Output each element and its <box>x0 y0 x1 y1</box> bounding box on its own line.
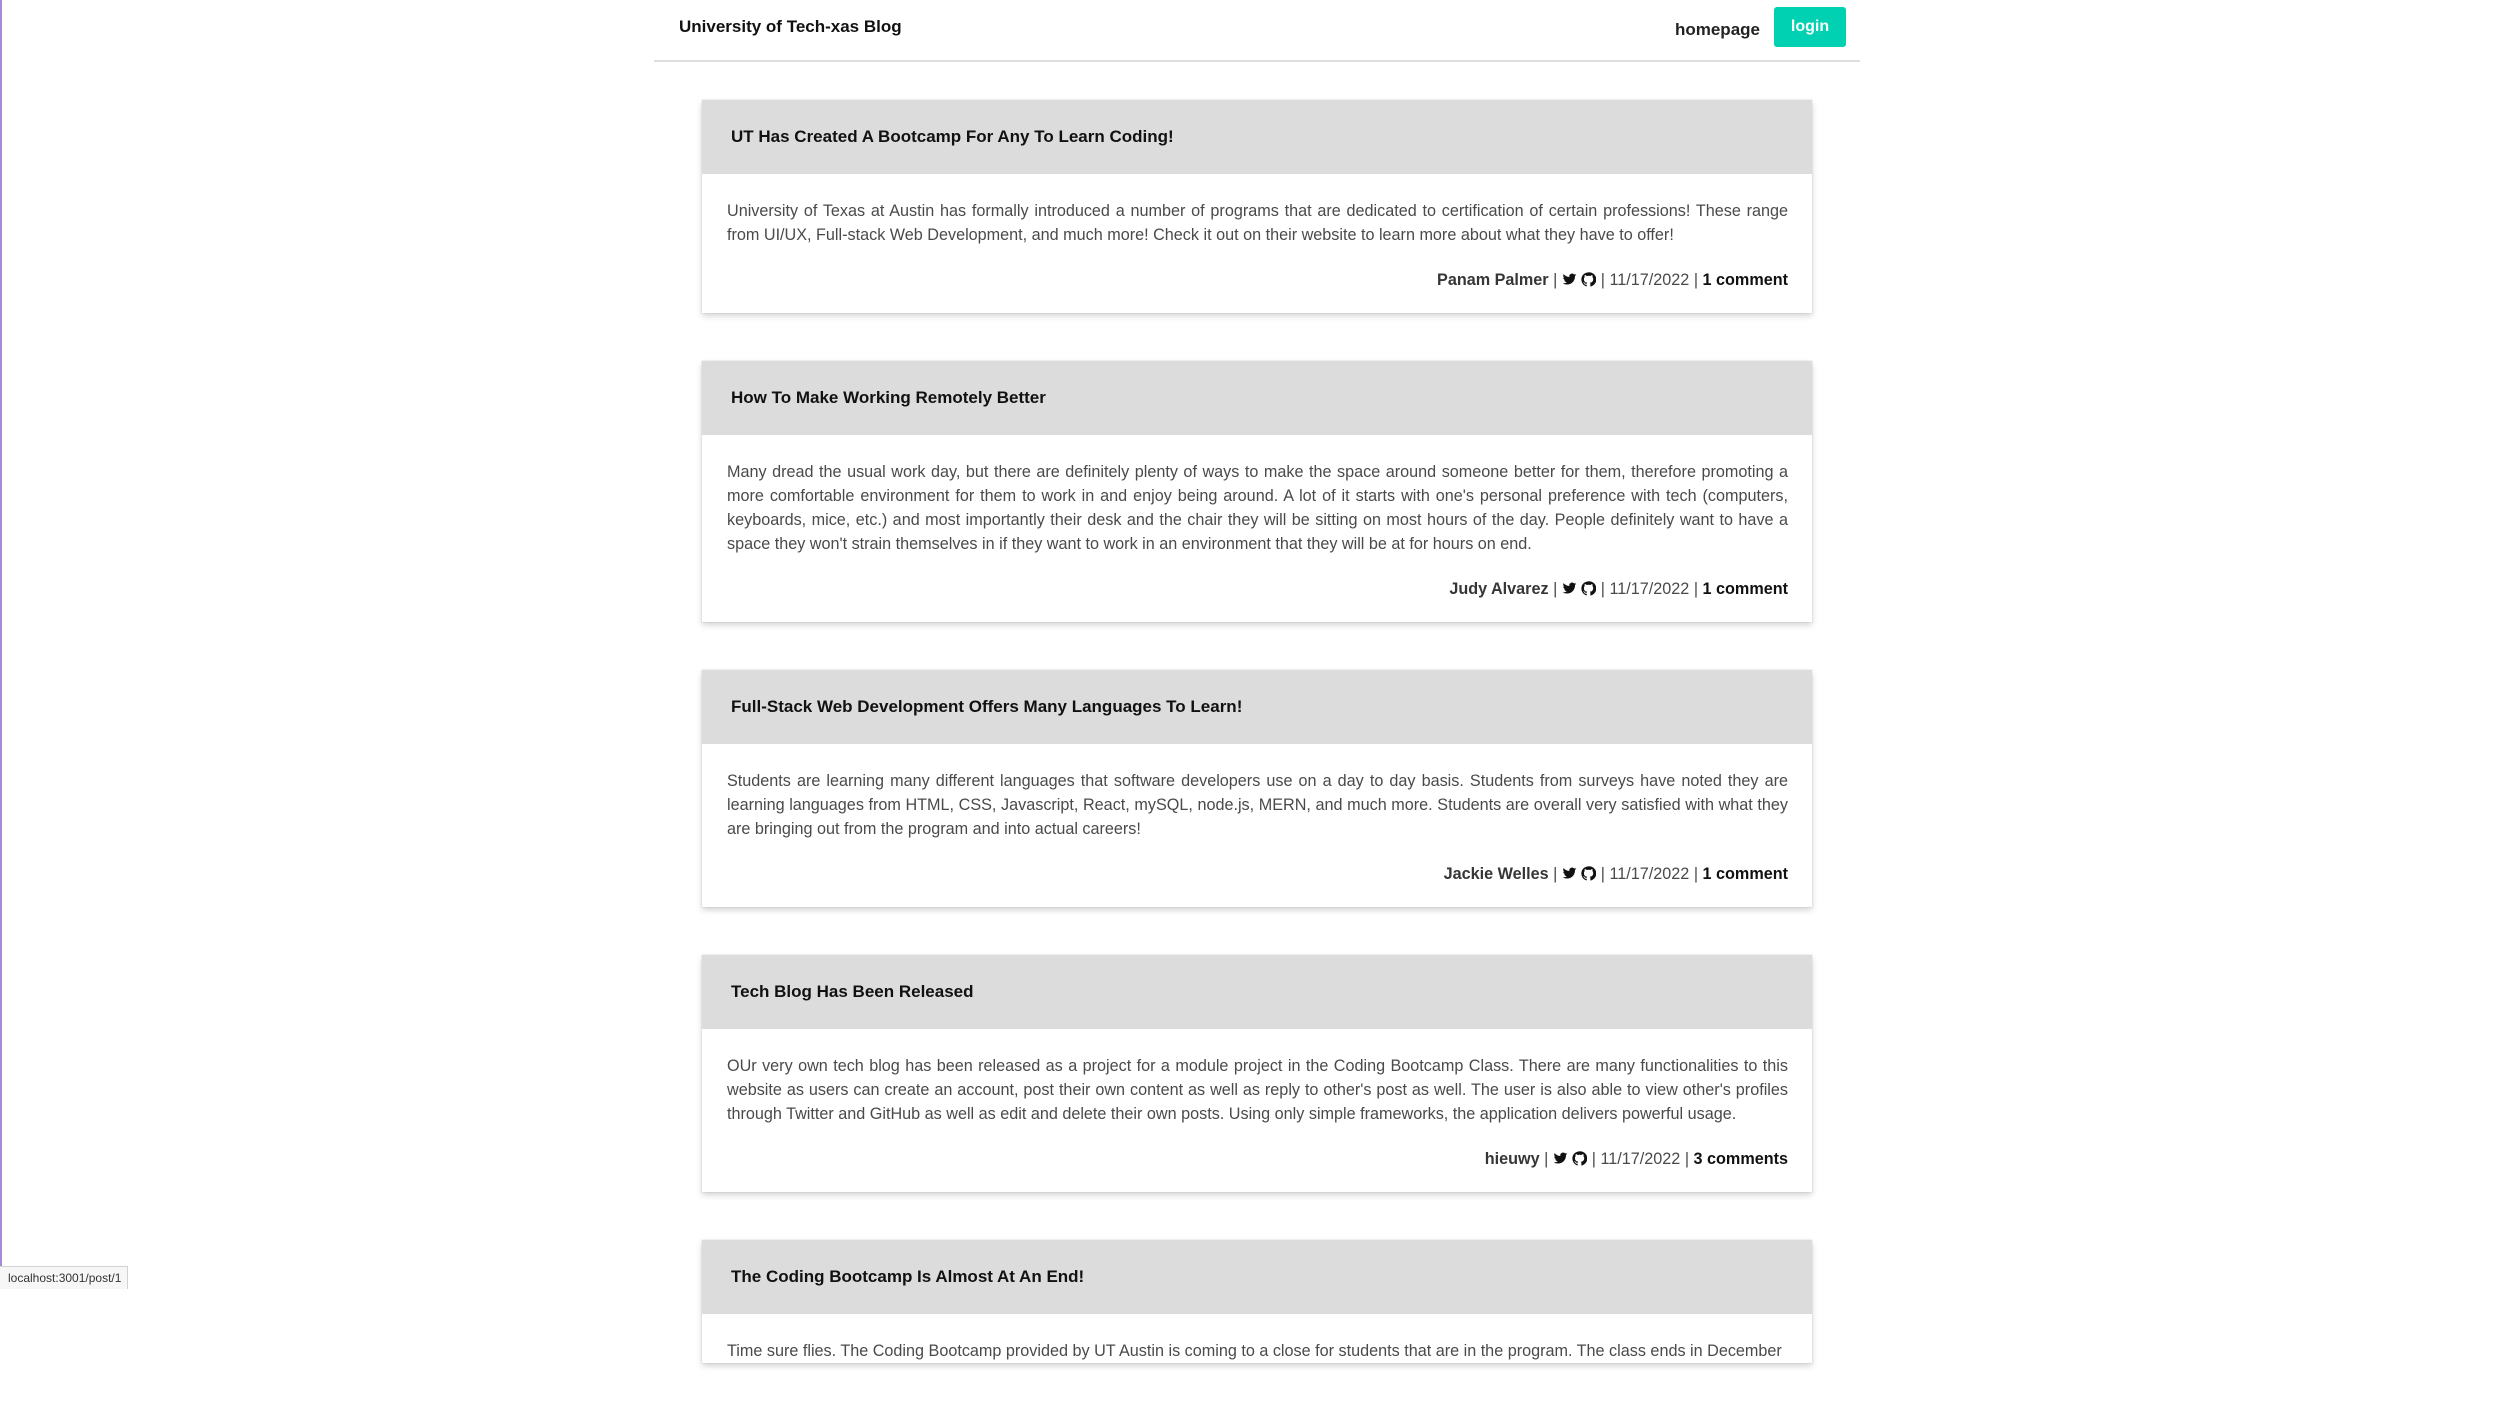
post-meta: Panam Palmer | | 11/17/2022 | 1 comment <box>702 247 1812 313</box>
twitter-icon[interactable] <box>1553 1151 1568 1166</box>
post-comments-link[interactable]: 1 comment <box>1703 580 1788 598</box>
post-date: 11/17/2022 <box>1610 865 1690 883</box>
nav-links: homepage login <box>1675 7 1846 47</box>
post-date: 11/17/2022 <box>1610 271 1690 289</box>
post-meta: hieuwy | | 11/17/2022 | 3 comments <box>702 1126 1812 1192</box>
post-content: Many dread the usual work day, but there… <box>702 435 1812 556</box>
post-title[interactable]: Full-Stack Web Development Offers Many L… <box>702 670 1812 744</box>
post-comments-link[interactable]: 3 comments <box>1694 1150 1788 1168</box>
github-icon[interactable] <box>1572 1151 1587 1166</box>
post-card[interactable]: Tech Blog Has Been ReleasedOUr very own … <box>702 955 1812 1192</box>
brand-title[interactable]: University of Tech-xas Blog <box>679 17 902 37</box>
status-bar-url: localhost:3001/post/1 <box>0 1266 128 1289</box>
post-comments-link[interactable]: 1 comment <box>1703 271 1788 289</box>
post-content: OUr very own tech blog has been released… <box>702 1029 1812 1126</box>
post-list: UT Has Created A Bootcamp For Any To Lea… <box>702 100 1812 1411</box>
login-button[interactable]: login <box>1774 7 1846 47</box>
twitter-icon[interactable] <box>1562 866 1577 881</box>
post-content: University of Texas at Austin has formal… <box>702 174 1812 247</box>
post-card[interactable]: UT Has Created A Bootcamp For Any To Lea… <box>702 100 1812 313</box>
github-icon[interactable] <box>1581 272 1596 287</box>
twitter-icon[interactable] <box>1562 581 1577 596</box>
post-date: 11/17/2022 <box>1610 580 1690 598</box>
navbar: University of Tech-xas Blog homepage log… <box>654 0 1860 62</box>
post-date: 11/17/2022 <box>1601 1150 1681 1168</box>
github-icon[interactable] <box>1581 866 1596 881</box>
post-title[interactable]: How To Make Working Remotely Better <box>702 361 1812 435</box>
post-author[interactable]: Jackie Welles <box>1444 865 1549 883</box>
window-edge <box>0 0 2 1289</box>
post-title[interactable]: Tech Blog Has Been Released <box>702 955 1812 1029</box>
post-content: Students are learning many different lan… <box>702 744 1812 841</box>
post-card[interactable]: How To Make Working Remotely BetterMany … <box>702 361 1812 622</box>
post-card[interactable]: Full-Stack Web Development Offers Many L… <box>702 670 1812 907</box>
homepage-link[interactable]: homepage <box>1675 20 1760 40</box>
post-comments-link[interactable]: 1 comment <box>1703 865 1788 883</box>
post-meta: Jackie Welles | | 11/17/2022 | 1 comment <box>702 841 1812 907</box>
post-card[interactable]: The Coding Bootcamp Is Almost At An End!… <box>702 1240 1812 1363</box>
post-author[interactable]: Panam Palmer <box>1437 271 1549 289</box>
post-author[interactable]: Judy Alvarez <box>1449 580 1548 598</box>
post-title[interactable]: UT Has Created A Bootcamp For Any To Lea… <box>702 100 1812 174</box>
github-icon[interactable] <box>1581 581 1596 596</box>
post-author[interactable]: hieuwy <box>1485 1150 1540 1168</box>
twitter-icon[interactable] <box>1562 272 1577 287</box>
post-content: Time sure flies. The Coding Bootcamp pro… <box>702 1314 1812 1363</box>
post-title[interactable]: The Coding Bootcamp Is Almost At An End! <box>702 1240 1812 1314</box>
post-meta: Judy Alvarez | | 11/17/2022 | 1 comment <box>702 556 1812 622</box>
